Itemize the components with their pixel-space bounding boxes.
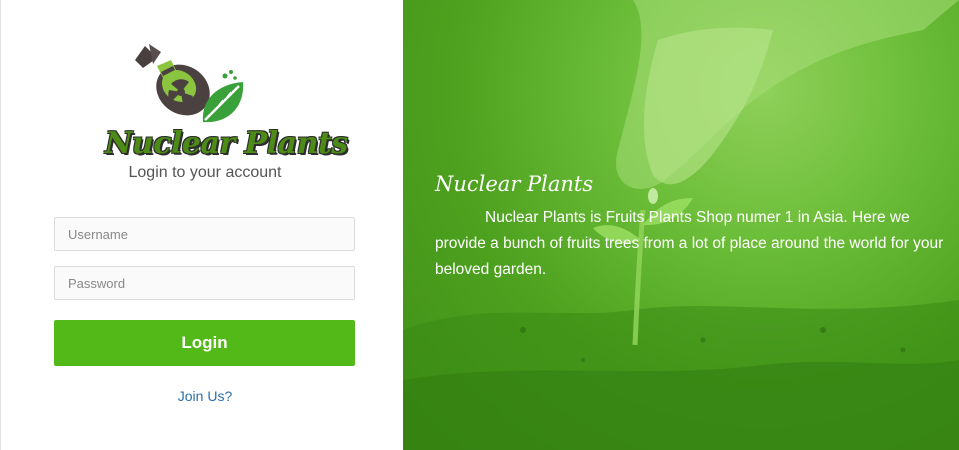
hero-description: Nuclear Plants is Fruits Plants Shop num…	[435, 209, 944, 278]
join-us-link[interactable]: Join Us?	[1, 388, 409, 404]
password-field[interactable]	[54, 266, 355, 300]
bomb-with-leaf-icon	[135, 44, 244, 123]
hero-title: Nuclear Plants	[435, 172, 594, 196]
username-field[interactable]	[54, 217, 355, 251]
login-subtitle: Login to your account	[128, 164, 282, 181]
login-button[interactable]: Login	[54, 320, 355, 366]
login-page: Nuclear Plants Login to your account Log…	[0, 0, 959, 450]
login-panel: Nuclear Plants Login to your account Log…	[0, 0, 403, 450]
brand-logo: Nuclear Plants	[101, 38, 348, 164]
hero-panel: Nuclear Plants Nuclear Plants is Fruits …	[403, 0, 959, 450]
logo-text: Nuclear Plants	[105, 126, 348, 161]
